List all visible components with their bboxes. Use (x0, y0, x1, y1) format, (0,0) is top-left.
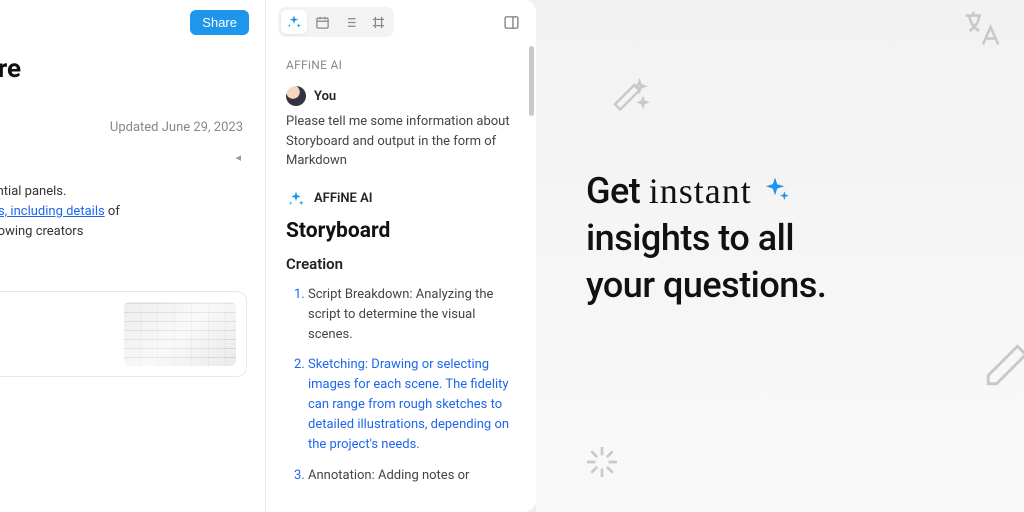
share-button[interactable]: Share (190, 10, 249, 35)
sidebar-tab-group (278, 7, 394, 37)
headline-instant: instant (649, 171, 752, 211)
document-pane: Share r Software Updated June 29, 2023 ◂… (0, 0, 266, 512)
frame-icon (371, 15, 386, 30)
document-link[interactable]: es describing key scenes or shots, inclu… (0, 204, 105, 219)
ai-message-header: AFFiNE AI (286, 189, 516, 209)
ai-sidebar: AFFiNE AI You Please tell me some inform… (266, 0, 536, 512)
ai-avatar (286, 189, 306, 209)
text-fragment: ovide a blueprint for a project, allowin… (0, 224, 83, 239)
response-subheading: Creation (286, 255, 516, 273)
card-thumbnail (124, 302, 236, 366)
tab-calendar[interactable] (309, 10, 335, 34)
collapse-caret-icon[interactable]: ◂ (0, 151, 247, 164)
panel-toggle-icon (503, 14, 520, 31)
user-message-header: You (286, 86, 516, 106)
linked-card[interactable]: d by a grand ting a striking contr… (0, 291, 247, 377)
list-item: Sketching: Drawing or selecting images f… (308, 355, 516, 456)
ai-name: AFFiNE AI (314, 191, 373, 206)
text-fragment: of (105, 204, 120, 219)
panel-toggle-button[interactable] (498, 10, 524, 34)
chat-panel: AFFiNE AI You Please tell me some inform… (266, 44, 536, 512)
burst-icon (582, 442, 622, 482)
tab-outline[interactable] (337, 10, 363, 34)
ai-response: Storyboard Creation Script Breakdown: An… (286, 219, 516, 486)
list-icon (343, 15, 358, 30)
document-paragraph: y presented in the form of sequential pa… (0, 182, 247, 263)
calendar-icon (315, 15, 330, 30)
response-list: Script Breakdown: Analyzing the script t… (286, 285, 516, 486)
list-item: Annotation: Adding notes or (308, 466, 516, 486)
tab-frame[interactable] (365, 10, 391, 34)
scrollbar-thumb[interactable] (529, 46, 534, 116)
sparkle-icon (286, 14, 302, 30)
list-item: Script Breakdown: Analyzing the script t… (308, 285, 516, 345)
headline-line2: insights to all (586, 217, 794, 259)
chat-header: AFFiNE AI (286, 58, 516, 72)
user-avatar (286, 86, 306, 106)
document-body: r Software Updated June 29, 2023 ◂ y pre… (0, 54, 265, 377)
user-message: Please tell me some information about St… (286, 112, 516, 171)
page-title: r Software (0, 54, 247, 84)
sparkle-icon (760, 175, 790, 205)
pencil-icon (982, 340, 1024, 390)
sparkle-icon (287, 190, 305, 208)
response-heading: Storyboard (286, 219, 516, 243)
text-fragment: y presented in the form of sequential pa… (0, 184, 66, 199)
tab-ai[interactable] (281, 10, 307, 34)
translate-icon (958, 6, 1004, 52)
headline-line3: your questions. (586, 264, 826, 306)
app-window: Share r Software Updated June 29, 2023 ◂… (0, 0, 536, 512)
document-toolbar: Share (0, 0, 265, 44)
user-name: You (314, 89, 336, 104)
sidebar-toolbar (266, 0, 536, 44)
marketing-headline: Get instant insights to all your questio… (586, 168, 826, 308)
wand-icon (608, 78, 650, 120)
updated-timestamp: Updated June 29, 2023 (0, 120, 247, 135)
card-caption: d by a grand ting a striking contr… (0, 317, 112, 351)
headline-line1a: Get (586, 170, 649, 212)
marketing-panel: Get instant insights to all your questio… (536, 0, 1024, 512)
